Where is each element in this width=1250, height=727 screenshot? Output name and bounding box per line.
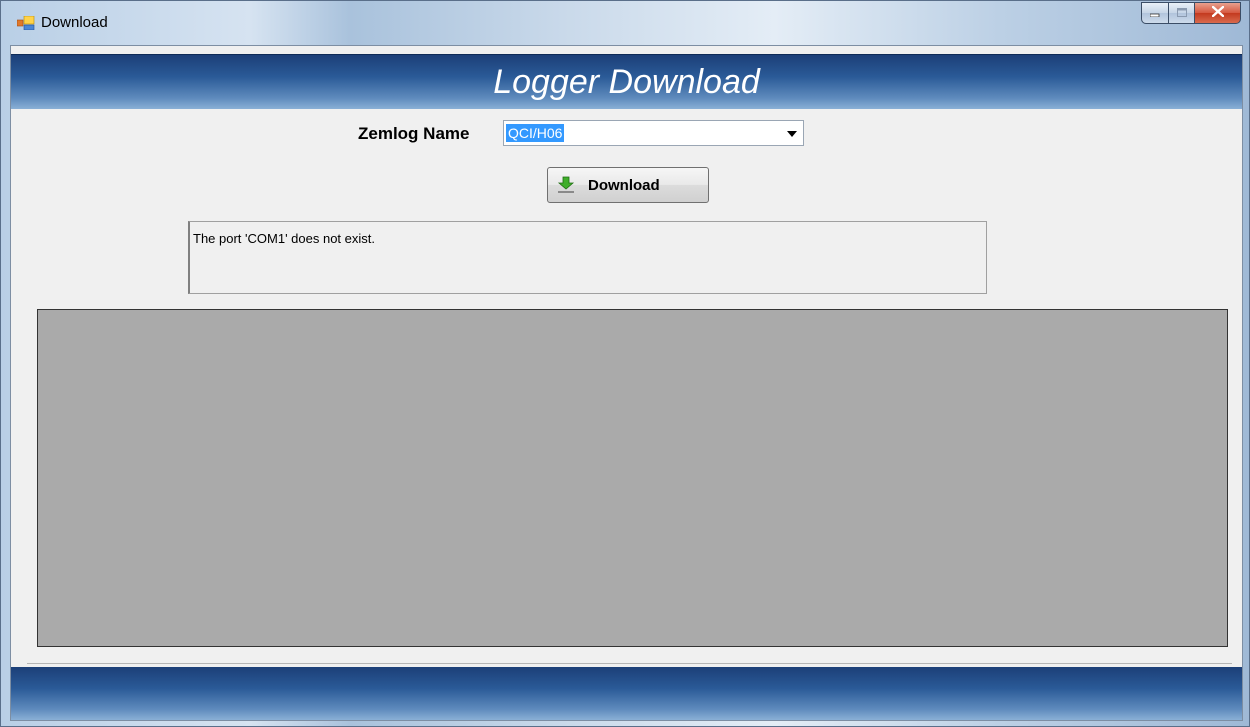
zemlog-name-label: Zemlog Name xyxy=(358,124,470,143)
close-icon xyxy=(1211,4,1224,22)
application-window: Download Logger Download Zemlog Name QCI… xyxy=(0,0,1250,727)
zemlog-name-combobox[interactable]: QCI/H06 xyxy=(503,120,804,146)
minimize-icon xyxy=(1149,4,1160,22)
download-arrow-icon xyxy=(557,176,575,194)
window-title: Download xyxy=(41,14,108,31)
caption-buttons xyxy=(1141,2,1241,26)
download-button-label: Download xyxy=(588,177,660,194)
zemlog-name-value[interactable]: QCI/H06 xyxy=(506,124,565,142)
content-panel xyxy=(37,309,1228,647)
maximize-button[interactable] xyxy=(1169,2,1195,24)
minimize-button[interactable] xyxy=(1141,2,1169,24)
close-button[interactable] xyxy=(1195,2,1241,24)
app-window-icon[interactable] xyxy=(16,15,35,31)
divider xyxy=(27,663,1232,664)
client-area: Logger Download Zemlog Name QCI/H06 Down… xyxy=(10,45,1243,721)
status-message: The port 'COM1' does not exist. xyxy=(193,231,375,246)
header-banner: Logger Download xyxy=(11,54,1242,109)
page-title: Logger Download xyxy=(493,63,760,101)
status-message-box[interactable]: The port 'COM1' does not exist. xyxy=(188,221,987,294)
chevron-down-icon[interactable] xyxy=(787,131,797,137)
download-button[interactable]: Download xyxy=(547,167,709,203)
footer-banner xyxy=(11,667,1242,720)
title-bar[interactable]: Download xyxy=(1,1,1249,45)
maximize-icon xyxy=(1176,4,1187,22)
